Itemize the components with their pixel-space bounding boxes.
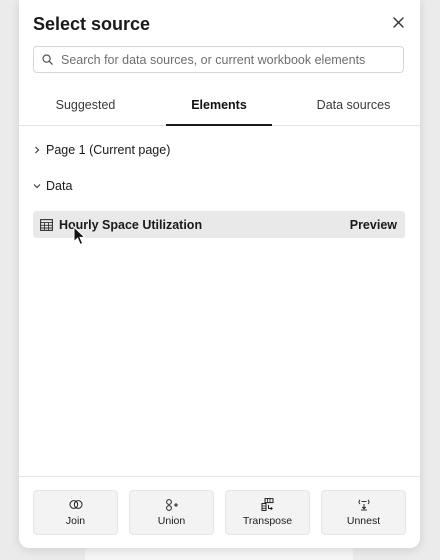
search-input[interactable]: [61, 52, 391, 67]
table-icon: [40, 218, 54, 232]
chevron-right-icon: [33, 146, 41, 154]
union-label: Union: [157, 514, 186, 527]
chevron-down-icon: [33, 182, 41, 190]
unnest-button[interactable]: Unnest: [321, 490, 406, 535]
tree-item-label: Page 1 (Current page): [46, 143, 171, 157]
transpose-button[interactable]: Transpose: [225, 490, 310, 535]
mouse-pointer-icon: [73, 226, 87, 246]
union-icon: [165, 498, 179, 511]
tree-item-page-1[interactable]: Page 1 (Current page): [33, 139, 170, 161]
join-label: Join: [65, 514, 86, 527]
transpose-label: Transpose: [242, 514, 293, 527]
union-button[interactable]: Union: [129, 490, 214, 535]
dialog-title: Select source: [33, 14, 151, 34]
join-button[interactable]: Join: [33, 490, 118, 535]
transpose-icon: [261, 498, 275, 511]
tab-elements[interactable]: Elements: [166, 85, 272, 126]
source-tabs: Suggested Elements Data sources: [19, 85, 420, 126]
element-row-hourly-space-utilization[interactable]: Hourly Space Utilization Preview: [33, 211, 405, 238]
preview-link[interactable]: Preview: [350, 218, 397, 232]
tab-suggested[interactable]: Suggested: [19, 85, 152, 125]
search-icon: [42, 54, 54, 66]
unnest-icon: [357, 499, 371, 511]
dialog-header: Select source: [19, 0, 420, 44]
unnest-label: Unnest: [346, 514, 381, 527]
select-source-dialog: Select source Suggested Elements Data so…: [19, 0, 420, 548]
tab-data-sources[interactable]: Data sources: [287, 85, 420, 125]
action-bar: Join Union Transpose Unnest: [19, 476, 420, 549]
tree-item-label: Data: [46, 179, 73, 193]
search-field[interactable]: [33, 46, 404, 73]
tree-item-data[interactable]: Data: [33, 175, 72, 197]
join-icon: [68, 499, 83, 511]
close-icon: [392, 16, 404, 28]
backdrop-panel: [85, 548, 353, 560]
close-button[interactable]: [388, 12, 408, 32]
